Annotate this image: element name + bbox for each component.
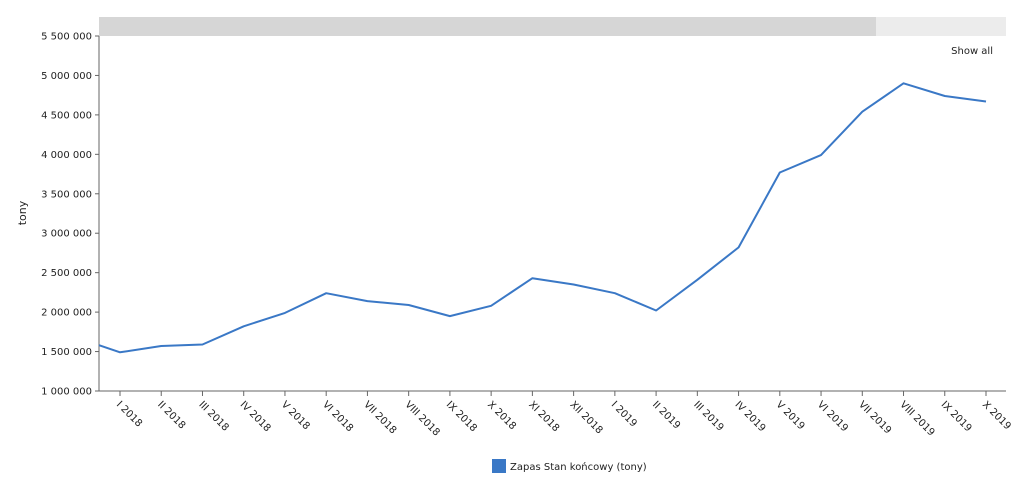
x-tick-label: V 2018 bbox=[279, 399, 312, 432]
x-tick-label: IX 2019 bbox=[939, 399, 974, 434]
legend-label: Zapas Stan końcowy (tony) bbox=[510, 461, 647, 473]
line-chart: Show all 1 000 000 1 500 000 2 000 000 2 50… bbox=[16, 17, 1013, 473]
x-tick-label: I 2019 bbox=[609, 399, 639, 429]
y-tick-label: 2 000 000 bbox=[41, 308, 92, 319]
x-tick-label: IV 2018 bbox=[238, 399, 273, 434]
x-tick-label: II 2018 bbox=[155, 399, 187, 431]
x-tick-label: II 2019 bbox=[650, 399, 682, 431]
y-tick-label: 2 500 000 bbox=[41, 268, 92, 279]
y-tick-label: 1 500 000 bbox=[41, 347, 92, 358]
y-tick-label: 5 500 000 bbox=[41, 32, 92, 43]
legend[interactable]: Zapas Stan końcowy (tony) bbox=[492, 459, 647, 473]
scrollbar-thumb[interactable] bbox=[99, 17, 876, 36]
y-tick-label: 3 000 000 bbox=[41, 229, 92, 240]
y-axis-ticks: 1 000 000 1 500 000 2 000 000 2 500 000 3 00… bbox=[41, 32, 99, 398]
x-tick-label: VI 2018 bbox=[320, 399, 355, 434]
y-tick-label: 3 500 000 bbox=[41, 189, 92, 200]
show-all-button[interactable]: Show all bbox=[951, 46, 993, 57]
x-tick-label: III 2018 bbox=[196, 399, 230, 433]
series-line[interactable] bbox=[98, 82, 987, 354]
x-tick-label: III 2019 bbox=[691, 399, 725, 433]
x-tick-label: VII 2018 bbox=[361, 399, 398, 436]
y-tick-label: 4 500 000 bbox=[41, 110, 92, 121]
x-tick-label: X 2018 bbox=[485, 399, 518, 432]
x-tick-label: X 2019 bbox=[980, 399, 1013, 432]
y-tick-label: 5 000 000 bbox=[41, 71, 92, 82]
x-axis-ticks: I 2018 II 2018 III 2018 IV 2018 V 2018 VI 201… bbox=[114, 391, 1013, 438]
x-tick-label: XI 2018 bbox=[526, 399, 561, 434]
x-tick-label: V 2019 bbox=[774, 399, 807, 432]
y-tick-label: 4 000 000 bbox=[41, 150, 92, 161]
x-tick-label: XII 2018 bbox=[567, 399, 604, 436]
x-tick-label: IV 2019 bbox=[732, 399, 767, 434]
x-tick-label: I 2018 bbox=[114, 399, 144, 429]
x-tick-label: VII 2019 bbox=[856, 399, 893, 436]
x-tick-label: VIII 2019 bbox=[897, 399, 936, 438]
x-tick-label: VIII 2018 bbox=[403, 399, 442, 438]
y-tick-label: 1 000 000 bbox=[41, 387, 92, 398]
legend-swatch bbox=[492, 459, 506, 473]
y-axis-title: tony bbox=[16, 200, 29, 225]
x-tick-label: IX 2018 bbox=[444, 399, 479, 434]
x-tick-label: VI 2019 bbox=[815, 399, 850, 434]
